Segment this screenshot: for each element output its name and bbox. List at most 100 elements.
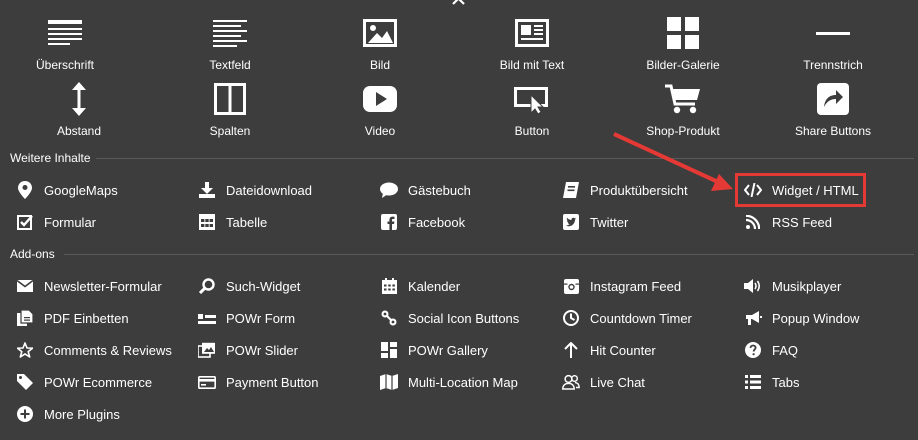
item-tabs[interactable]: Tabs xyxy=(744,371,799,393)
item-faq[interactable]: FAQ xyxy=(744,339,798,361)
facebook-icon xyxy=(381,214,397,230)
item-hit-counter[interactable]: Hit Counter xyxy=(562,339,656,361)
grid-item-image-with-text[interactable]: Bild mit Text xyxy=(457,15,607,72)
question-circle-icon xyxy=(745,342,761,358)
item-popup-window[interactable]: Popup Window xyxy=(744,307,859,329)
item-payment-button[interactable]: Payment Button xyxy=(198,371,319,393)
grid-item-button[interactable]: Button xyxy=(457,81,607,138)
item-newsletter-form[interactable]: Newsletter-Formular xyxy=(16,275,162,297)
item-label: Tabelle xyxy=(226,214,268,230)
book-icon xyxy=(563,182,579,198)
grid-item-label: Trennstrich xyxy=(803,58,863,72)
grid-item-label: Textfeld xyxy=(209,58,251,72)
item-label: Instagram Feed xyxy=(590,278,682,294)
grid-item-label: Shop-Produkt xyxy=(646,124,720,138)
divider-line-icon xyxy=(816,32,850,35)
pdf-file-icon xyxy=(17,310,33,326)
item-label: Tabs xyxy=(772,374,800,390)
grid-item-heading[interactable]: Überschrift xyxy=(0,15,140,72)
item-multi-location-map[interactable]: Multi-Location Map xyxy=(380,371,518,393)
item-product-overview[interactable]: Produktübersicht xyxy=(562,179,688,201)
item-label: Dateidownload xyxy=(226,182,313,198)
item-googlemaps[interactable]: GoogleMaps xyxy=(16,179,118,201)
item-label: POWr Slider xyxy=(226,342,298,358)
grid-item-gallery[interactable]: Bilder-Galerie xyxy=(608,15,758,72)
rss-icon xyxy=(746,215,760,229)
item-label: Hit Counter xyxy=(590,342,656,358)
item-calendar[interactable]: Kalender xyxy=(380,275,460,297)
columns-icon xyxy=(214,83,246,115)
item-label: Facebook xyxy=(408,214,466,230)
megaphone-icon xyxy=(746,311,762,325)
item-powr-form[interactable]: POWr Form xyxy=(198,307,295,329)
item-label: Musikplayer xyxy=(772,278,842,294)
item-facebook[interactable]: Facebook xyxy=(380,211,465,233)
form-lines-icon xyxy=(198,314,216,324)
grid-item-spacing[interactable]: Abstand xyxy=(4,81,154,138)
item-guestbook[interactable]: Gästebuch xyxy=(380,179,471,201)
folded-map-icon xyxy=(380,374,398,390)
item-music-player[interactable]: Musikplayer xyxy=(744,275,841,297)
grid-item-shop-product[interactable]: Shop-Produkt xyxy=(608,81,758,138)
item-label: Such-Widget xyxy=(226,278,301,294)
clock-icon xyxy=(563,310,579,326)
gallery-tiles-icon xyxy=(381,342,397,358)
grid-item-label: Bild mit Text xyxy=(499,58,565,72)
grid-item-video[interactable]: Video xyxy=(305,81,455,138)
item-powr-gallery[interactable]: POWr Gallery xyxy=(380,339,488,361)
grid-item-share-buttons[interactable]: Share Buttons xyxy=(758,81,908,138)
grid-item-label: Abstand xyxy=(56,124,102,138)
content-grid-row-1: Überschrift Textfeld Bild Bild mit Text … xyxy=(0,15,918,79)
item-label: Social Icon Buttons xyxy=(408,310,520,326)
section-divider xyxy=(64,254,914,255)
item-label: Newsletter-Formular xyxy=(44,278,162,294)
item-social-icon-buttons[interactable]: Social Icon Buttons xyxy=(380,307,519,329)
grid-item-label: Bild xyxy=(369,58,390,72)
item-powr-ecommerce[interactable]: POWr Ecommerce xyxy=(16,371,152,393)
item-live-chat[interactable]: Live Chat xyxy=(562,371,645,393)
item-more-plugins[interactable]: More Plugins xyxy=(16,403,120,425)
item-label: Comments & Reviews xyxy=(44,342,172,358)
item-search-widget[interactable]: Such-Widget xyxy=(198,275,300,297)
item-label: Gästebuch xyxy=(408,182,471,198)
grid-item-text-field[interactable]: Textfeld xyxy=(155,15,305,72)
grid-item-label: Überschrift xyxy=(35,58,94,72)
text-field-icon xyxy=(213,20,247,47)
item-instagram-feed[interactable]: Instagram Feed xyxy=(562,275,681,297)
grid-item-image[interactable]: Bild xyxy=(305,15,455,72)
grid-item-label: Share Buttons xyxy=(794,124,872,138)
speaker-icon xyxy=(744,279,761,293)
plus-circle-icon xyxy=(17,406,33,422)
item-label: PDF Einbetten xyxy=(44,310,129,326)
share-nodes-icon xyxy=(381,310,397,326)
speech-bubble-icon xyxy=(380,182,398,198)
item-label: POWr Form xyxy=(226,310,296,326)
item-form[interactable]: Formular xyxy=(16,211,96,233)
credit-card-icon xyxy=(198,375,216,389)
grid-item-label: Video xyxy=(364,124,396,138)
item-countdown-timer[interactable]: Countdown Timer xyxy=(562,307,692,329)
button-cursor-icon xyxy=(514,87,548,114)
shopping-cart-icon xyxy=(665,84,700,114)
gallery-grid-icon xyxy=(667,17,699,49)
item-comments-reviews[interactable]: Comments & Reviews xyxy=(16,339,172,361)
grid-item-columns[interactable]: Spalten xyxy=(155,81,305,138)
item-file-download[interactable]: Dateidownload xyxy=(198,179,312,201)
item-powr-slider[interactable]: POWr Slider xyxy=(198,339,298,361)
item-twitter[interactable]: Twitter xyxy=(562,211,628,233)
grid-item-divider[interactable]: Trennstrich xyxy=(758,15,908,72)
close-button[interactable] xyxy=(451,0,467,10)
item-table[interactable]: Tabelle xyxy=(198,211,267,233)
arrow-up-icon xyxy=(564,342,578,358)
map-pin-icon xyxy=(18,181,32,199)
star-icon xyxy=(17,342,33,358)
item-label: More Plugins xyxy=(44,406,120,422)
image-icon xyxy=(363,19,397,47)
grid-item-label: Spalten xyxy=(209,124,251,138)
item-rss-feed[interactable]: RSS Feed xyxy=(744,211,832,233)
table-icon xyxy=(199,214,215,230)
item-pdf-embed[interactable]: PDF Einbetten xyxy=(16,307,129,329)
checkbox-icon xyxy=(17,215,33,230)
highlight-box xyxy=(735,173,866,207)
close-icon xyxy=(452,0,465,5)
